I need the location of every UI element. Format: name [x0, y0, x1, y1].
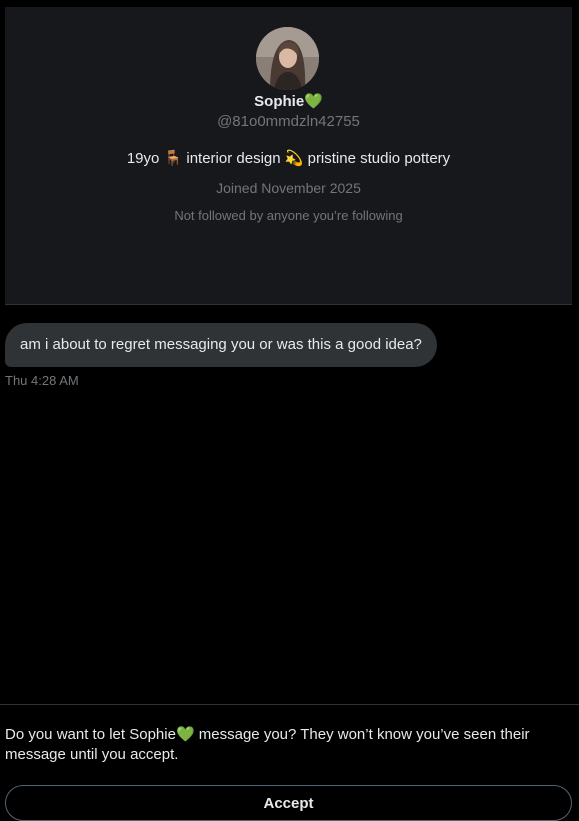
divider: [0, 704, 579, 705]
avatar[interactable]: [256, 27, 319, 90]
message-request-prompt: Do you want to let Sophie💚 message you? …: [5, 726, 530, 763]
profile-bio: 19yo 🪑 interior design 💫 pristine studio…: [126, 150, 451, 167]
message-timestamp: Thu 4:28 AM: [5, 373, 79, 388]
profile-card: Sophie💚 @81o0mmdzln42755 19yo 🪑 interior…: [5, 7, 572, 305]
mutual-followers-note: Not followed by anyone you’re following: [174, 208, 403, 223]
profile-joined-date: Joined November 2025: [216, 180, 361, 196]
accept-button[interactable]: Accept: [5, 785, 572, 821]
profile-display-name[interactable]: Sophie💚: [5, 92, 572, 110]
profile-handle: @81o0mmdzln42755: [217, 113, 360, 130]
avatar-photo: [256, 27, 319, 90]
received-message-bubble[interactable]: am i about to regret messaging you or wa…: [5, 323, 437, 367]
